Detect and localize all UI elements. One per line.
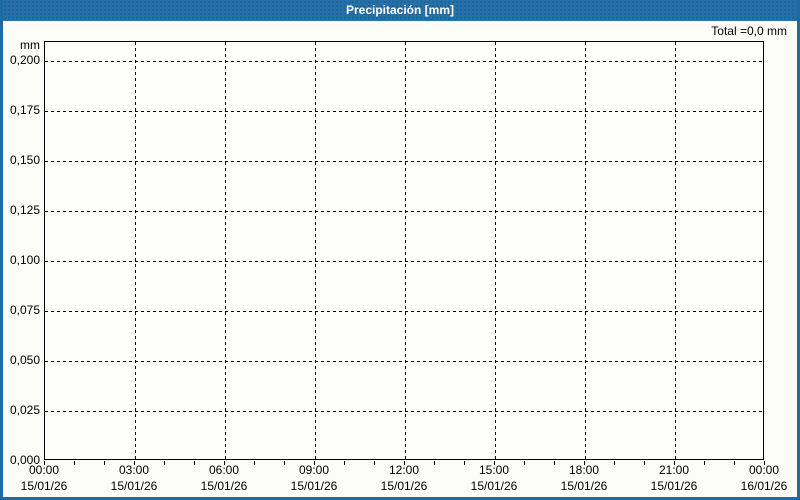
y-tick-label: 0,200 bbox=[9, 53, 40, 67]
v-gridline bbox=[225, 42, 226, 459]
v-gridline bbox=[495, 42, 496, 459]
x-axis-minor-tick bbox=[344, 461, 345, 465]
x-axis-minor-tick bbox=[374, 461, 375, 465]
x-axis-minor-tick bbox=[584, 461, 585, 465]
plot-area bbox=[44, 41, 764, 460]
x-tick-date-label: 15/01/26 bbox=[290, 479, 338, 493]
x-axis-minor-tick bbox=[644, 461, 645, 465]
h-gridline bbox=[45, 161, 763, 162]
x-axis-minor-tick bbox=[524, 461, 525, 465]
x-axis-minor-tick bbox=[224, 461, 225, 465]
x-axis-minor-tick bbox=[254, 461, 255, 465]
x-axis-minor-tick bbox=[614, 461, 615, 465]
x-axis-minor-tick bbox=[194, 461, 195, 465]
x-tick-time-label: 12:00 bbox=[388, 463, 420, 477]
x-tick-date-label: 15/01/26 bbox=[200, 479, 248, 493]
v-gridline bbox=[405, 42, 406, 459]
h-gridline bbox=[45, 361, 763, 362]
x-tick-date-label: 15/01/26 bbox=[650, 479, 698, 493]
x-tick-time-label: 15:00 bbox=[478, 463, 510, 477]
x-tick-date-label: 15/01/26 bbox=[380, 479, 428, 493]
x-tick-time-label: 00:00 bbox=[748, 463, 780, 477]
x-axis-minor-tick bbox=[314, 461, 315, 465]
y-tick-label: 0,025 bbox=[9, 403, 40, 417]
x-tick-time-label: 18:00 bbox=[568, 463, 600, 477]
y-tick-label: 0,100 bbox=[9, 253, 40, 267]
y-tick-label: 0,050 bbox=[9, 353, 40, 367]
x-tick-time-label: 00:00 bbox=[28, 463, 60, 477]
x-tick-date-label: 16/01/26 bbox=[740, 479, 788, 493]
x-axis-minor-tick bbox=[674, 461, 675, 465]
x-axis-minor-tick bbox=[434, 461, 435, 465]
x-axis-minor-tick bbox=[44, 461, 45, 465]
v-gridline bbox=[135, 42, 136, 459]
y-tick-label: 0,150 bbox=[9, 153, 40, 167]
chart-container: mm 0,200 0,175 0,150 0,125 0,100 0,075 0,050 0,… bbox=[3, 0, 797, 497]
x-tick-time-label: 03:00 bbox=[118, 463, 150, 477]
x-tick-time-label: 06:00 bbox=[208, 463, 240, 477]
h-gridline bbox=[45, 411, 763, 412]
x-axis-minor-tick bbox=[74, 461, 75, 465]
x-axis-minor-tick bbox=[464, 461, 465, 465]
x-axis-minor-tick bbox=[704, 461, 705, 465]
y-axis-unit-label: mm bbox=[20, 38, 40, 52]
v-gridline bbox=[675, 42, 676, 459]
x-axis-minor-tick bbox=[494, 461, 495, 465]
x-tick-date-label: 15/01/26 bbox=[20, 479, 68, 493]
h-gridline bbox=[45, 61, 763, 62]
h-gridline bbox=[45, 261, 763, 262]
x-axis-minor-tick bbox=[284, 461, 285, 465]
x-tick-time-label: 21:00 bbox=[658, 463, 690, 477]
x-tick-date-label: 15/01/26 bbox=[110, 479, 158, 493]
h-gridline bbox=[45, 311, 763, 312]
h-gridline bbox=[45, 111, 763, 112]
x-tick-date-label: 15/01/26 bbox=[470, 479, 518, 493]
x-axis-minor-tick bbox=[104, 461, 105, 465]
x-axis-minor-tick bbox=[764, 461, 765, 465]
x-axis-minor-tick bbox=[554, 461, 555, 465]
y-tick-label: 0,125 bbox=[9, 203, 40, 217]
v-gridline bbox=[315, 42, 316, 459]
x-tick-date-label: 15/01/26 bbox=[560, 479, 608, 493]
x-axis-minor-tick bbox=[164, 461, 165, 465]
window-frame: Precipitación [mm] Total =0,0 mm mm 0,20… bbox=[0, 0, 800, 500]
x-axis-minor-tick bbox=[404, 461, 405, 465]
x-tick-time-label: 09:00 bbox=[298, 463, 330, 477]
v-gridline bbox=[585, 42, 586, 459]
y-tick-label: 0,175 bbox=[9, 103, 40, 117]
x-axis-minor-tick bbox=[134, 461, 135, 465]
y-tick-label: 0,075 bbox=[9, 303, 40, 317]
x-axis-minor-tick bbox=[734, 461, 735, 465]
h-gridline bbox=[45, 211, 763, 212]
